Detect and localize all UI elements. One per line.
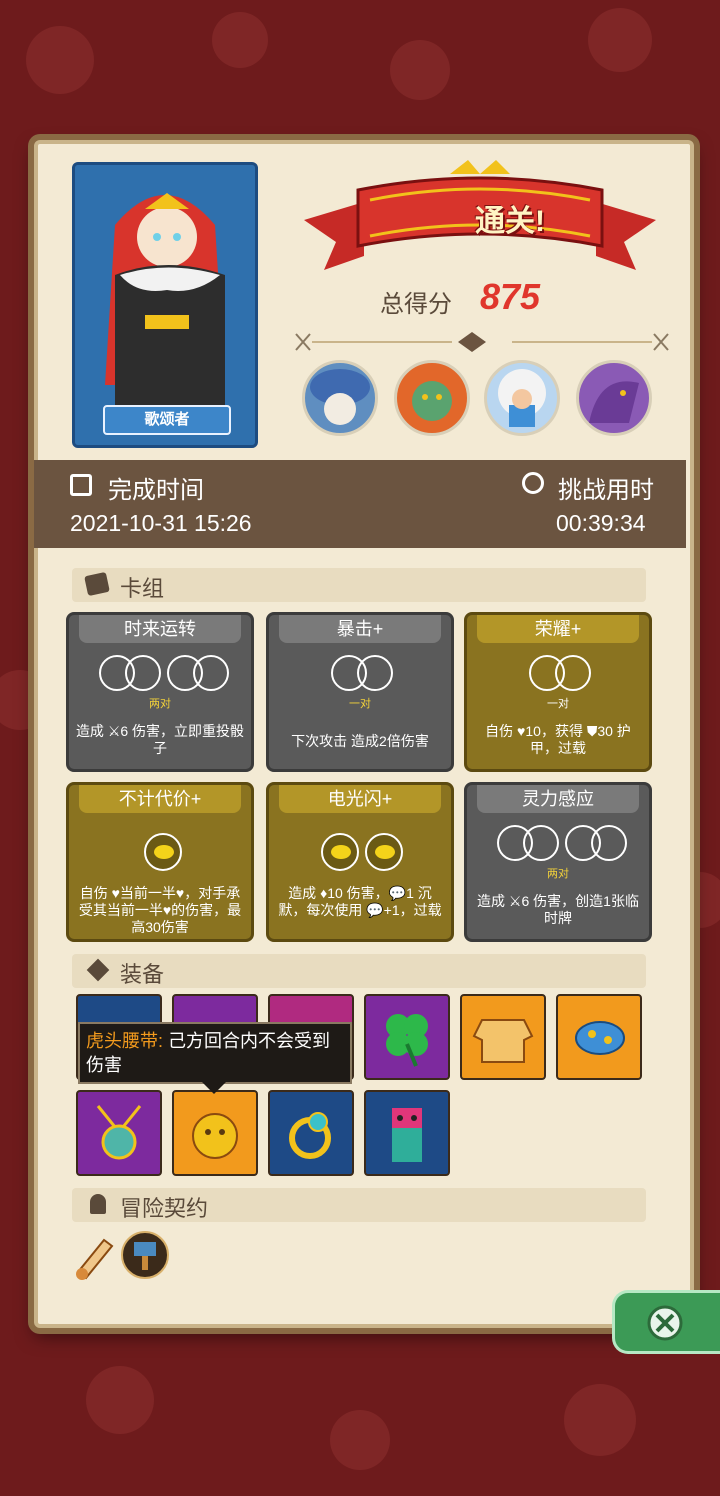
card-description: 造成 ⚔6 伤害，立即重投骰子 bbox=[75, 723, 245, 756]
orange-orc-icon bbox=[394, 360, 470, 436]
card-requirement: 两对 bbox=[149, 698, 171, 710]
finish-time-label: 完成时间 bbox=[108, 477, 204, 504]
dice-slot-icon bbox=[193, 655, 229, 691]
contracts-title: 冒险契约 bbox=[120, 1196, 209, 1221]
equipment-section-header: 装备 bbox=[72, 954, 646, 988]
lemon-dice-icon bbox=[365, 833, 403, 871]
film-icon bbox=[70, 474, 92, 496]
ornament-divider bbox=[295, 332, 669, 352]
mushroom-elder-icon bbox=[302, 360, 378, 436]
blue-shell-equip[interactable] bbox=[556, 994, 642, 1080]
stopwatch-icon bbox=[522, 472, 544, 494]
card-title: 电光闪+ bbox=[279, 785, 441, 813]
card-requirement: 一对 bbox=[547, 698, 569, 710]
finish-time-value: 2021-10-31 15:26 bbox=[70, 510, 252, 536]
clover-icon bbox=[386, 1014, 428, 1067]
dice-slot-icon bbox=[591, 825, 627, 861]
scroll-icon[interactable] bbox=[68, 1230, 118, 1282]
hammer-contract-icon[interactable] bbox=[120, 1230, 170, 1280]
hero-illustration bbox=[75, 165, 255, 445]
lemon-dice-icon bbox=[321, 833, 359, 871]
card-baoji[interactable]: 暴击+ 一对 下次攻击 造成2倍伤害 bbox=[266, 612, 454, 772]
card-description: 自伤 ♥当前一半♥，对手承受其当前一半♥的伤害，最高30伤害 bbox=[78, 885, 242, 935]
clover-equip[interactable] bbox=[364, 994, 450, 1080]
sweater-icon bbox=[472, 1019, 534, 1063]
card-requirement: 一对 bbox=[349, 698, 371, 710]
contracts-section-header: 冒险契约 bbox=[72, 1188, 646, 1222]
card-dianguangshan[interactable]: 电光闪+ 造成 ♦10 伤害，💬1 沉默，每次使用 💬+1，过载 bbox=[266, 782, 454, 942]
dice-slot-icon bbox=[555, 655, 591, 691]
deck-title: 卡组 bbox=[120, 576, 165, 601]
hero-portrait: 歌颂者 bbox=[72, 162, 258, 448]
yeti-icon bbox=[484, 360, 560, 436]
time-bar: 完成时间 2021-10-31 15:26 挑战用时 00:39:34 bbox=[34, 460, 686, 548]
ring-equip[interactable] bbox=[268, 1090, 354, 1176]
amulet-icon bbox=[96, 1105, 142, 1160]
lemon-dice-icon bbox=[144, 833, 182, 871]
card-rongyao[interactable]: 荣耀+ 一对 自伤 ♥10，获得 ⛊30 护甲，过载 bbox=[464, 612, 652, 772]
card-description: 下次攻击 造成2倍伤害 bbox=[291, 733, 429, 749]
card-title: 不计代价+ bbox=[79, 785, 241, 813]
card-title: 暴击+ bbox=[279, 615, 441, 643]
card-shilaiyunzhuan[interactable]: 时来运转 两对 造成 ⚔6 伤害，立即重投骰子 bbox=[66, 612, 254, 772]
hero-name: 歌颂者 bbox=[103, 405, 231, 435]
box-icon bbox=[86, 958, 110, 982]
card-requirement: 两对 bbox=[547, 868, 569, 880]
victory-text: 通关! bbox=[475, 205, 545, 238]
tooltip-pointer bbox=[202, 1082, 226, 1094]
totem-equip[interactable] bbox=[364, 1090, 450, 1176]
person-icon bbox=[90, 1194, 106, 1214]
challenge-time-value: 00:39:34 bbox=[556, 510, 646, 536]
close-icon bbox=[647, 1305, 683, 1341]
totem-icon bbox=[392, 1108, 422, 1162]
equipment-tooltip: 虎头腰带: 己方回合内不会受到伤害 bbox=[78, 1022, 352, 1084]
purple-dragon-icon bbox=[576, 360, 652, 436]
card-linglignganying[interactable]: 灵力感应 两对 造成 ⚔6 伤害，创造1张临时牌 bbox=[464, 782, 652, 942]
card-bujidaijia[interactable]: 不计代价+ 自伤 ♥当前一半♥，对手承受其当前一半♥的伤害，最高30伤害 bbox=[66, 782, 254, 942]
card-description: 自伤 ♥10，获得 ⛊30 护甲，过载 bbox=[485, 723, 631, 756]
dice-slot-icon bbox=[357, 655, 393, 691]
amulet-equip[interactable] bbox=[76, 1090, 162, 1176]
cards-icon bbox=[84, 571, 110, 597]
card-title: 灵力感应 bbox=[477, 785, 639, 813]
card-description: 造成 ♦10 伤害，💬1 沉默，每次使用 💬+1，过载 bbox=[278, 885, 442, 918]
blue-shell-icon bbox=[575, 1021, 625, 1055]
equipment-title: 装备 bbox=[120, 962, 165, 987]
close-button[interactable] bbox=[612, 1290, 720, 1354]
sweater-equip[interactable] bbox=[460, 994, 546, 1080]
dice-slot-icon bbox=[523, 825, 559, 861]
score-value: 875 bbox=[480, 276, 541, 317]
tiger-head-icon bbox=[192, 1113, 238, 1159]
gem-ring-icon bbox=[289, 1112, 331, 1159]
card-description: 造成 ⚔6 伤害，创造1张临时牌 bbox=[477, 893, 639, 926]
tiger-belt-equip[interactable] bbox=[172, 1090, 258, 1176]
score-label: 总得分 bbox=[380, 291, 452, 318]
card-title: 荣耀+ bbox=[477, 615, 639, 643]
card-title: 时来运转 bbox=[79, 615, 241, 643]
challenge-time-label: 挑战用时 bbox=[558, 477, 654, 504]
dice-slot-icon bbox=[125, 655, 161, 691]
deck-section-header: 卡组 bbox=[72, 568, 646, 602]
tooltip-item-name: 虎头腰带: bbox=[86, 1031, 164, 1051]
